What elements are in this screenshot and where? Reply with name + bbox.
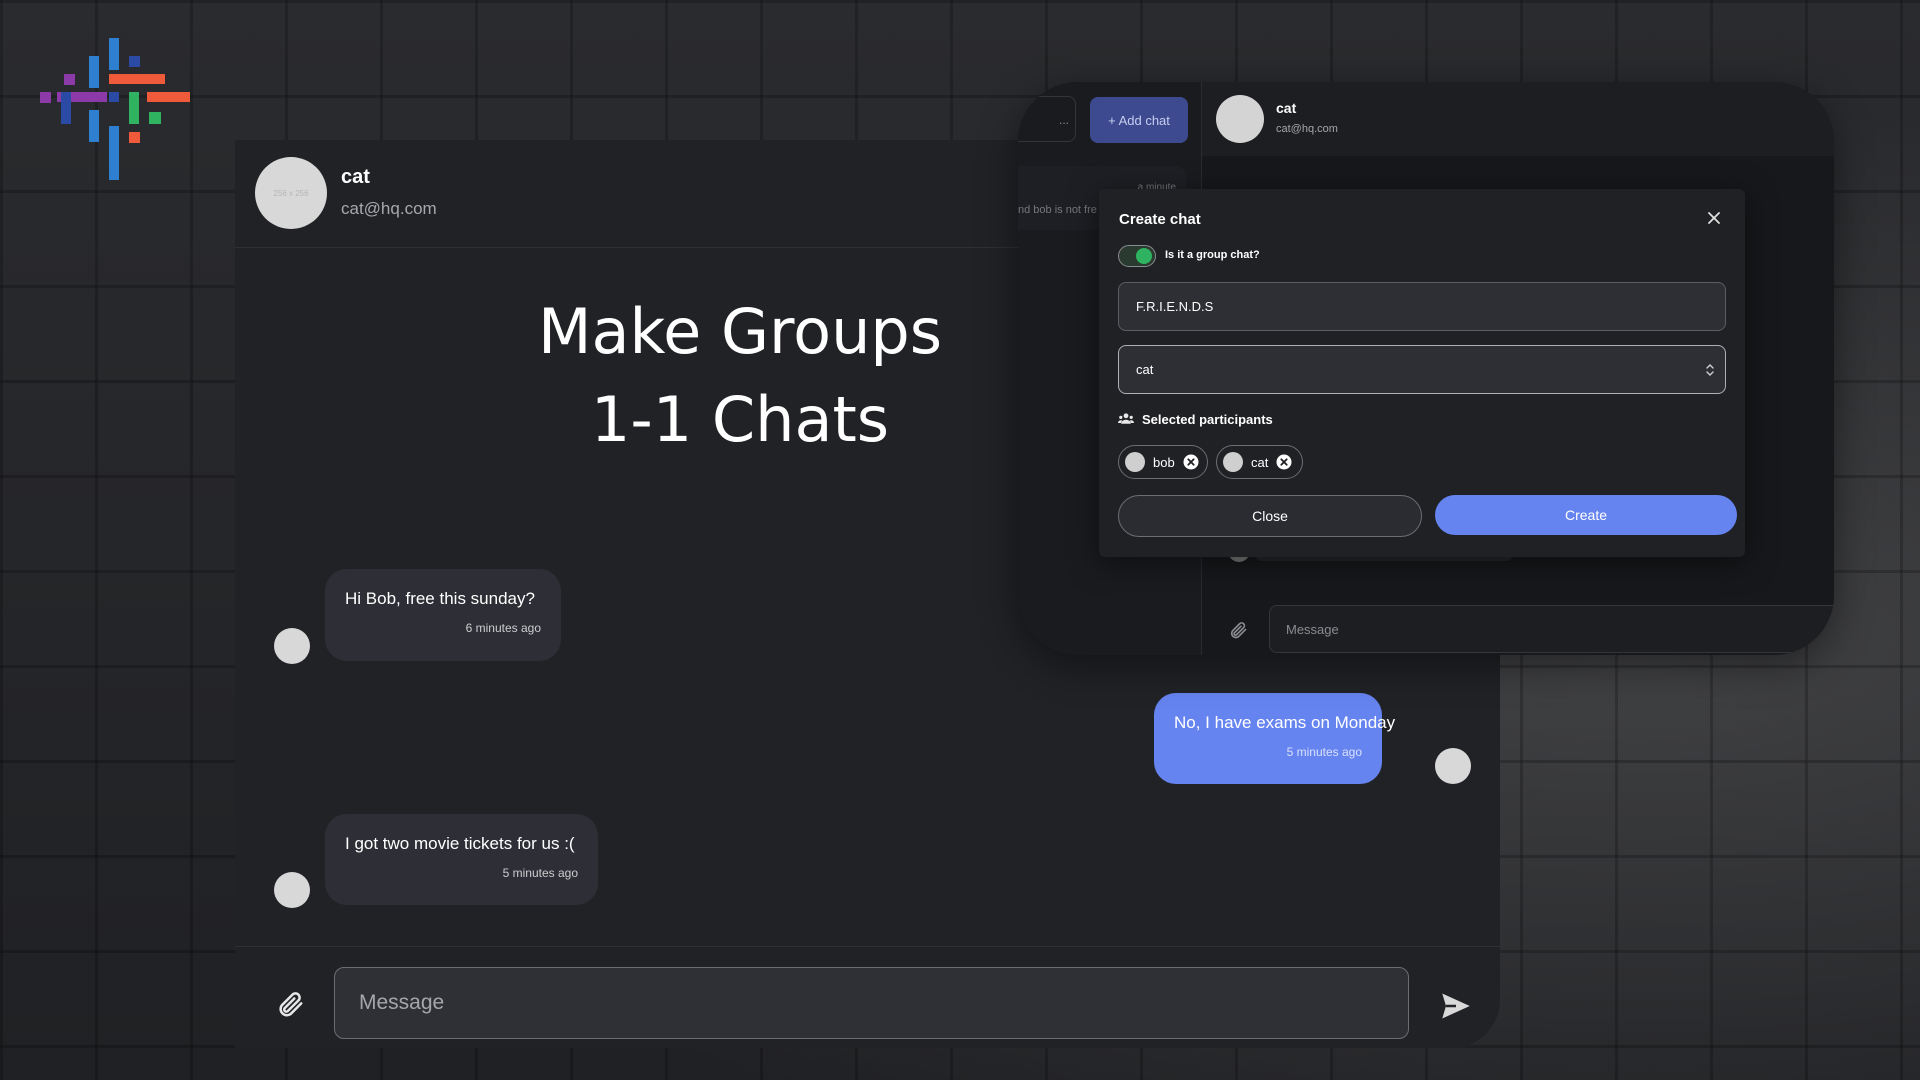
paperclip-icon[interactable] bbox=[275, 989, 305, 1019]
participant-avatar bbox=[1223, 452, 1243, 472]
contact-name: cat bbox=[1276, 100, 1297, 116]
toggle-knob bbox=[1136, 248, 1152, 264]
contact-name: cat bbox=[341, 166, 370, 188]
contact-avatar[interactable] bbox=[1216, 95, 1264, 143]
message-input[interactable] bbox=[334, 967, 1409, 1039]
message-bubble-outgoing: No, I have exams on Monday 5 minutes ago bbox=[1154, 693, 1396, 784]
promo-headline: Make Groups 1-1 Chats bbox=[495, 288, 985, 464]
message-input[interactable]: Message bbox=[1269, 605, 1834, 653]
chevron-up-down-icon bbox=[1706, 364, 1714, 376]
contact-email: cat@hq.com bbox=[1276, 123, 1338, 135]
group-chat-toggle-label: Is it a group chat? bbox=[1165, 249, 1260, 261]
remove-participant-icon[interactable] bbox=[1183, 454, 1199, 470]
modal-title: Create chat bbox=[1119, 211, 1201, 228]
participant-select-value: cat bbox=[1136, 362, 1154, 377]
participant-avatar bbox=[1125, 452, 1145, 472]
message-time: 6 minutes ago bbox=[465, 621, 541, 635]
group-chat-toggle[interactable] bbox=[1118, 245, 1156, 267]
users-icon bbox=[1118, 413, 1134, 424]
send-icon[interactable] bbox=[1441, 992, 1471, 1020]
chat-search-input[interactable]: ... bbox=[1018, 96, 1076, 142]
contact-email: cat@hq.com bbox=[341, 199, 437, 218]
participant-name: cat bbox=[1251, 454, 1269, 470]
message-time: 5 minutes ago bbox=[502, 866, 578, 880]
own-avatar bbox=[1435, 748, 1471, 784]
message-text: I got two movie tickets for us :( bbox=[345, 834, 575, 853]
chat-item-preview: nd bob is not fre bbox=[1018, 204, 1097, 216]
message-text: Hi Bob, free this sunday? bbox=[345, 589, 535, 608]
message-text: No, I have exams on Monday bbox=[1174, 713, 1396, 732]
selected-participants-heading: Selected participants bbox=[1142, 412, 1273, 427]
close-button[interactable]: Close bbox=[1118, 495, 1422, 537]
sender-avatar bbox=[274, 628, 310, 664]
close-icon[interactable] bbox=[1705, 209, 1723, 227]
headline-line-1: Make Groups bbox=[537, 295, 943, 368]
participant-chip-cat: cat bbox=[1216, 445, 1303, 479]
create-button[interactable]: Create bbox=[1435, 495, 1737, 535]
remove-participant-icon[interactable] bbox=[1276, 454, 1292, 470]
message-bubble-incoming: Hi Bob, free this sunday? 6 minutes ago bbox=[325, 569, 561, 661]
contact-avatar[interactable]: 256 x 256 bbox=[255, 157, 327, 229]
add-chat-button[interactable]: + Add chat bbox=[1090, 97, 1188, 143]
participant-name: bob bbox=[1153, 454, 1175, 470]
create-chat-modal: Create chat Is it a group chat? cat Sele… bbox=[1099, 189, 1745, 557]
headline-line-2: 1-1 Chats bbox=[590, 383, 890, 456]
group-name-field[interactable] bbox=[1118, 282, 1726, 331]
participant-chip-bob: bob bbox=[1118, 445, 1208, 479]
secondary-chat-header: cat cat@hq.com bbox=[1202, 82, 1834, 156]
message-time: 5 minutes ago bbox=[1286, 745, 1362, 759]
message-composer bbox=[235, 946, 1500, 1048]
sender-avatar bbox=[274, 872, 310, 908]
paperclip-icon[interactable] bbox=[1228, 620, 1248, 640]
app-logo bbox=[40, 38, 190, 180]
message-bubble-incoming: I got two movie tickets for us :( 5 minu… bbox=[325, 814, 598, 905]
participant-select[interactable]: cat bbox=[1118, 345, 1726, 394]
